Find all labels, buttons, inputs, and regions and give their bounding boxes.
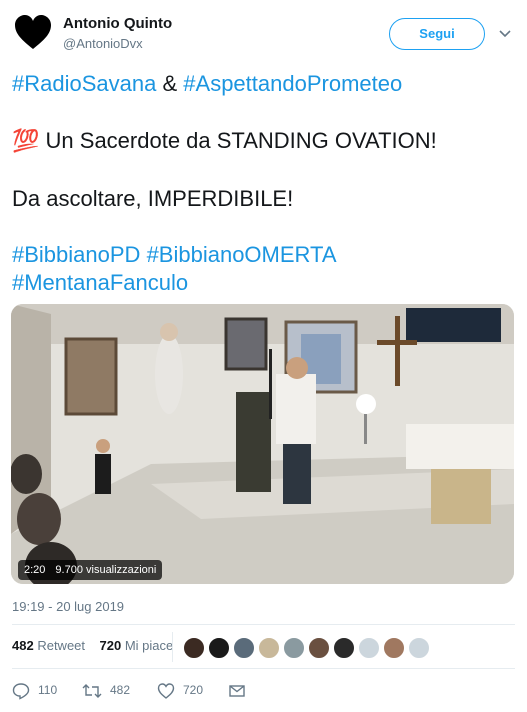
reply-count: 110 xyxy=(38,683,58,697)
video-frame xyxy=(11,304,514,584)
tweet-timestamp[interactable]: 19:19 - 20 lug 2019 xyxy=(12,599,124,614)
liker-avatar[interactable] xyxy=(258,637,280,659)
heart-outline-icon xyxy=(157,683,175,699)
hashtag-link[interactable]: #MentanaFanculo xyxy=(12,270,188,295)
tweet-line-2: 💯 Un Sacerdote da STANDING OVATION! xyxy=(12,127,512,155)
liker-avatar[interactable] xyxy=(208,637,230,659)
hashtag-link[interactable]: #BibbianoPD xyxy=(12,242,140,267)
tweet-line-4: #BibbianoPD #BibbianoOMERTA xyxy=(12,241,512,269)
liker-avatar[interactable] xyxy=(358,637,380,659)
chevron-down-icon[interactable] xyxy=(498,27,512,41)
liker-avatar[interactable] xyxy=(308,637,330,659)
like-action[interactable]: 720 xyxy=(157,680,203,700)
tweet-line-1: #RadioSavana & #AspettandoPrometeo xyxy=(12,70,512,98)
likes-count: 720 xyxy=(99,638,122,653)
message-action[interactable] xyxy=(228,680,254,700)
divider xyxy=(12,668,515,669)
hundred-points-icon: 💯 xyxy=(12,128,40,153)
video-player[interactable] xyxy=(11,304,514,584)
stat-separator xyxy=(172,632,173,662)
tweet-line-3: Da ascoltare, IMPERDIBILE! xyxy=(12,186,294,211)
black-heart-icon[interactable] xyxy=(14,14,52,52)
liker-avatar[interactable] xyxy=(333,637,355,659)
reply-action[interactable]: 110 xyxy=(12,680,57,700)
liker-avatar[interactable] xyxy=(283,637,305,659)
retweets-label: Retweet xyxy=(37,638,86,653)
video-views: 9.700 visualizzazioni xyxy=(55,564,157,576)
likes-label: Mi piace xyxy=(124,638,174,653)
author-handle[interactable]: @AntonioDvx xyxy=(63,36,143,51)
like-count: 720 xyxy=(183,683,204,697)
liker-avatar[interactable] xyxy=(383,637,405,659)
envelope-icon xyxy=(229,685,245,697)
divider xyxy=(12,624,515,625)
tweet-text-fragment: Un Sacerdote da STANDING OVATION! xyxy=(45,128,437,153)
video-duration: 2:20 xyxy=(24,564,46,576)
reply-icon xyxy=(12,683,30,700)
liker-avatar[interactable] xyxy=(183,637,205,659)
liker-avatar[interactable] xyxy=(408,637,430,659)
likes-stat[interactable]: 720 Mi piace xyxy=(99,638,173,653)
hashtag-link[interactable]: #BibbianoOMERTA xyxy=(147,242,337,267)
retweets-stat[interactable]: 482 Retweet xyxy=(12,638,85,653)
tweet-text-fragment: & xyxy=(162,71,178,96)
retweet-action[interactable]: 482 xyxy=(82,680,130,700)
retweet-count: 482 xyxy=(110,683,131,697)
author-name[interactable]: Antonio Quinto xyxy=(63,15,172,32)
tweet-header: Antonio Quinto @AntonioDvx Segui xyxy=(0,0,527,64)
tweet-stats: 482 Retweet 720 Mi piace xyxy=(12,638,173,660)
hashtag-link[interactable]: #RadioSavana xyxy=(12,71,156,96)
follow-button[interactable]: Segui xyxy=(389,18,485,50)
tweet-line-5: #MentanaFanculo xyxy=(12,269,512,297)
liker-avatar[interactable] xyxy=(233,637,255,659)
hashtag-link[interactable]: #AspettandoPrometeo xyxy=(183,71,402,96)
video-info-badge: 2:20 9.700 visualizzazioni xyxy=(18,560,163,580)
retweet-icon xyxy=(82,683,102,698)
retweets-count: 482 xyxy=(12,638,34,653)
